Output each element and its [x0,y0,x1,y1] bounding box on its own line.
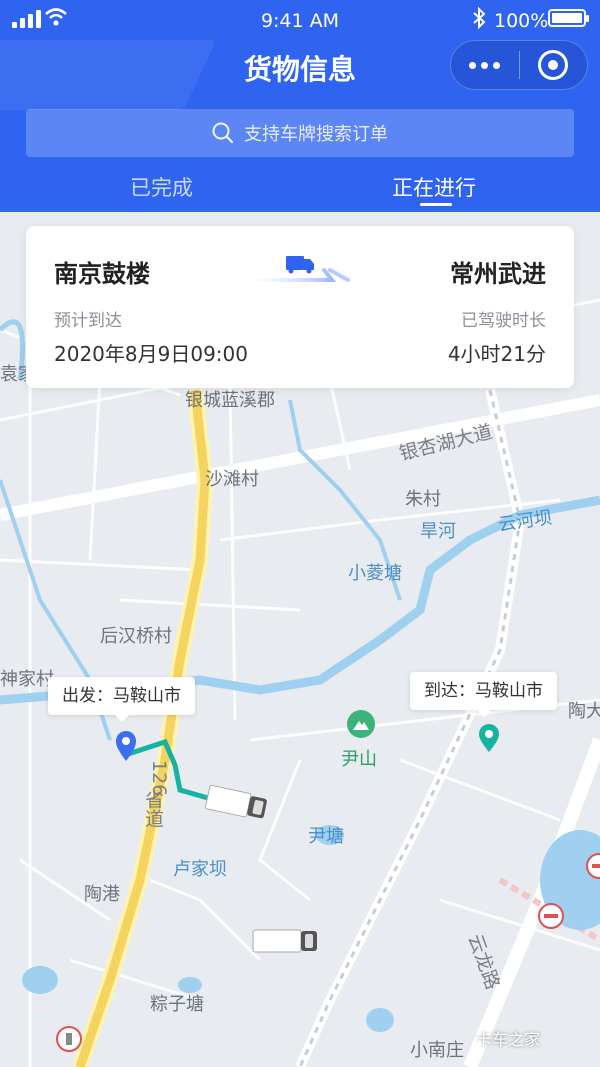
map-label: 卢家坝 [173,859,227,880]
more-button[interactable] [451,41,519,89]
map-label: 神家村 [0,669,54,690]
mini-program-capsule [450,40,588,90]
start-pin-icon[interactable] [114,730,138,762]
start-location-callout[interactable]: 出发：马鞍山市 [48,677,195,722]
end-location-callout[interactable]: 到达：马鞍山市 [410,672,557,717]
app-header: 9:41 AM 100% 货物信息 支持车牌搜索订单 已完成 正在进行 [0,0,600,212]
tab-in-progress[interactable]: 正在进行 [392,172,476,202]
watermark: 卡车之家 [476,1030,541,1049]
search-placeholder: 支持车牌搜索订单 [244,124,388,145]
destination-city: 常州武进 [450,260,546,288]
search-icon [212,122,234,144]
duration-label: 已驾驶时长 [461,311,546,331]
bluetooth-icon [473,6,486,30]
map-label: 沙滩村 [205,469,259,490]
close-button[interactable] [520,41,588,89]
map-label: 尹塘 [308,826,344,847]
map-label: 后汉桥村 [100,626,172,647]
map-label: 陶大村 [568,701,600,722]
origin-city: 南京鼓楼 [54,260,150,288]
map-label: 陶港 [84,884,120,905]
toll-station-icon [56,1026,82,1052]
end-pin-icon[interactable] [477,723,501,753]
map-label: 小菱塘 [348,563,402,584]
status-bar: 9:41 AM 100% [0,0,600,40]
no-entry-icon [586,853,600,879]
shipment-info-card[interactable]: 南京鼓楼 常州武进 预计到达 2020年8月9日09:00 已驾驶时长 4小时2… [26,226,574,388]
map-label: 粽子塘 [150,994,204,1015]
map-label: 尹山 [341,749,377,770]
truck-icon[interactable] [252,928,318,954]
eta-label: 预计到达 [54,311,122,331]
road-label: 省道 [142,790,164,828]
no-entry-icon [538,903,564,929]
mountain-poi-icon[interactable] [346,709,376,739]
eta-value: 2020年8月9日09:00 [54,342,248,366]
battery-icon [548,9,589,27]
map-label: 小南庄 [410,1040,464,1061]
truck-direction-icon [250,256,350,282]
map-label: 旱河 [420,521,456,542]
map-label: 朱村 [405,489,441,510]
tab-completed[interactable]: 已完成 [130,172,193,202]
battery-percent: 100% [494,10,549,32]
close-icon [538,50,569,80]
duration-value: 4小时21分 [447,342,546,366]
active-tab-indicator [420,203,452,206]
search-input[interactable]: 支持车牌搜索订单 [26,109,574,157]
map-label: 银城蓝溪郡 [185,390,275,411]
